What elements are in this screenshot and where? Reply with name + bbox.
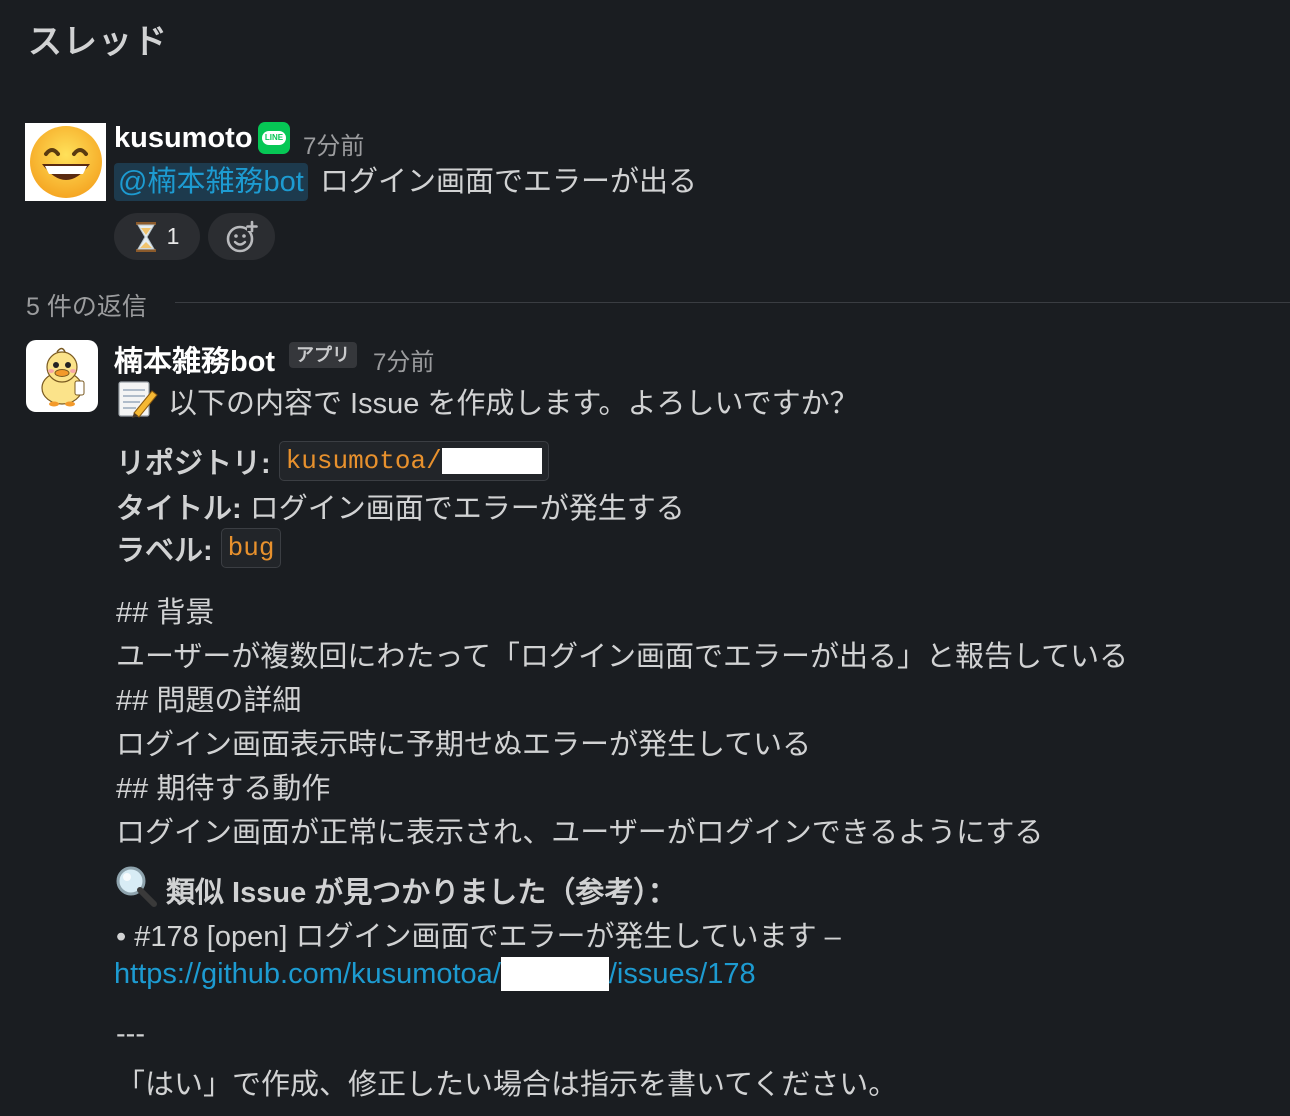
line-badge-icon: LINE [258,122,290,154]
repo-label: リポジトリ: [116,448,271,480]
label-row: ラベル: bug [116,527,282,569]
mention-link[interactable]: @楠本雑務bot [114,163,308,201]
title-value: ログイン画面でエラーが発生する [249,493,685,525]
thread-title: スレッド [28,23,168,61]
app-badge: アプリ [289,342,357,368]
label-value: bug [220,528,282,568]
bot-username[interactable]: 楠本雑務bot [114,338,275,380]
repo-value: kusumotoa/ [285,446,442,476]
similar-item: • #178 [open] ログイン画面でエラーが発生しています – [116,921,841,953]
username[interactable]: kusumoto [114,122,253,155]
timestamp[interactable]: 7分前 [303,126,364,161]
footer-text: 「はい」で作成、修正したい場合は指示を書いてください。 [116,1069,898,1101]
separator: --- [116,1018,145,1050]
label-label: ラベル: [116,535,213,567]
divider [175,302,1290,303]
redacted-block [441,448,542,474]
redacted-block [500,957,609,991]
avatar-kusumoto[interactable] [25,123,106,201]
similar-link[interactable]: https://github.com/kusumotoa/ /issues/178 [114,957,756,991]
similar-heading: 類似 Issue が見つかりました（参考）： [166,877,677,909]
title-label: タイトル: [116,493,242,525]
reaction-hourglass[interactable]: 1 [114,213,200,260]
body-line: ## 期待する動作 [116,773,331,805]
similar-link-suffix[interactable]: /issues/178 [609,958,756,991]
reply-count-label[interactable]: 5 件の返信 [26,287,147,323]
hourglass-icon [135,221,156,252]
title-row: タイトル: ログイン画面でエラーが発生する [116,485,685,527]
duck-icon [41,347,85,407]
body-line: ログイン画面が正常に表示され、ユーザーがログインできるようにする [116,817,1044,849]
repo-code: kusumotoa/ [278,441,549,481]
memo-icon [116,377,158,419]
repo-row: リポジトリ: kusumotoa/ [116,440,549,482]
bot-timestamp[interactable]: 7分前 [373,342,434,377]
grinning-face-icon [29,126,102,198]
body-line: ユーザーが複数回にわたって「ログイン画面でエラーが出る」と報告している [116,641,1129,673]
add-reaction-button[interactable] [208,213,275,260]
magnifier-icon [114,864,158,908]
similar-link-prefix[interactable]: https://github.com/kusumotoa/ [114,958,501,991]
body-line: ログイン画面表示時に予期せぬエラーが発生している [116,729,812,761]
intro-text: 以下の内容で Issue を作成します。よろしいですか？ [168,388,859,420]
add-emoji-icon [226,220,258,252]
reaction-count: 1 [166,223,180,249]
body-line: ## 背景 [116,597,215,629]
body-line: ## 問題の詳細 [116,685,302,717]
avatar-bot[interactable] [26,340,98,412]
message-text: ログイン画面でエラーが出る [320,166,698,198]
